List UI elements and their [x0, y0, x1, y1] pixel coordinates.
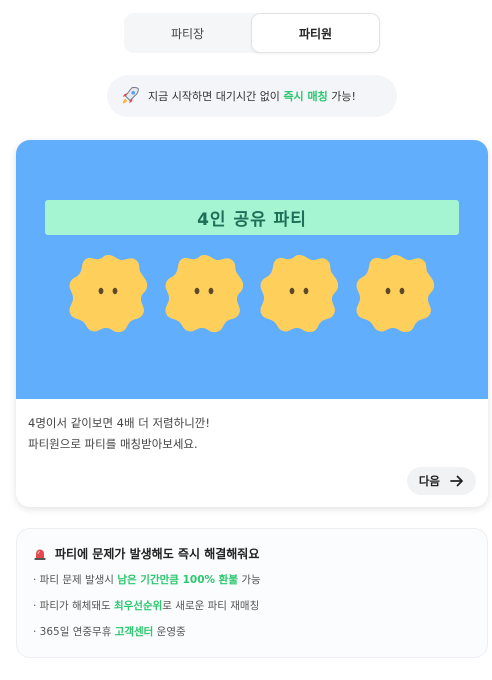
hero-title: 4인 공유 파티	[45, 200, 459, 235]
info-list: · 파티 문제 발생시 남은 기간만큼 100% 환불 가능 · 파티가 해체돼…	[33, 571, 261, 649]
info-item-text: 가능	[238, 574, 261, 586]
alarm-siren-icon	[34, 549, 46, 560]
guarantee-info-box: 파티에 문제가 발생해도 즉시 해결해줘요 · 파티 문제 발생시 남은 기간만…	[16, 528, 488, 658]
instant-match-banner: 지금 시작하면 대기시간 없이 즉시 매칭 가능!	[107, 75, 397, 117]
party-type-card: 4인 공유 파티 4명이서 같이보면 4배 더 저렴하니깐! 파티원으로 파티를…	[16, 140, 488, 507]
banner-text-prefix: 지금 시작하면 대기시간 없이	[148, 90, 284, 103]
member-face-4	[356, 255, 435, 333]
info-item-rematch: · 파티가 해체돼도 최우선순위로 새로운 파티 재매칭	[33, 597, 261, 623]
members-illustration	[69, 255, 435, 333]
next-button-label: 다음	[418, 474, 440, 488]
card-description-line1: 4명이서 같이보면 4배 더 저렴하니깐!	[28, 416, 210, 430]
info-item-text: · 파티가 해체돼도	[33, 600, 114, 612]
banner-text-highlight: 즉시 매칭	[283, 90, 328, 103]
member-face-3	[260, 255, 339, 333]
info-title: 파티에 문제가 발생해도 즉시 해결해줘요	[33, 545, 259, 562]
member-face-2	[165, 255, 244, 333]
info-title-text: 파티에 문제가 발생해도 즉시 해결해줘요	[55, 547, 260, 561]
role-tabs: 파티장 파티원	[124, 13, 380, 53]
info-item-highlight: 남은 기간만큼 100% 환불	[117, 574, 238, 586]
member-face-1	[69, 255, 148, 333]
card-description: 4명이서 같이보면 4배 더 저렴하니깐! 파티원으로 파티를 매칭받아보세요.	[28, 413, 210, 455]
info-item-refund: · 파티 문제 발생시 남은 기간만큼 100% 환불 가능	[33, 571, 261, 597]
tab-party-leader[interactable]: 파티장	[124, 13, 251, 53]
hero-illustration: 4인 공유 파티	[16, 140, 488, 399]
info-item-highlight: 고객센터	[114, 626, 154, 638]
info-item-support: · 365일 연중무휴 고객센터 운영중	[33, 623, 261, 649]
info-item-text: · 파티 문제 발생시	[33, 574, 118, 586]
info-item-text: · 365일 연중무휴	[33, 626, 115, 638]
tab-party-member[interactable]: 파티원	[251, 13, 380, 53]
info-item-text: 운영중	[153, 626, 186, 638]
arrow-right-icon	[450, 475, 463, 487]
info-item-highlight: 최우선순위	[113, 600, 163, 612]
rocket-icon	[122, 87, 139, 104]
banner-text-suffix: 가능!	[327, 90, 356, 103]
next-button[interactable]: 다음	[406, 467, 476, 495]
info-item-text: 로 새로운 파티 재매칭	[162, 600, 260, 612]
card-description-line2: 파티원으로 파티를 매칭받아보세요.	[28, 437, 198, 451]
